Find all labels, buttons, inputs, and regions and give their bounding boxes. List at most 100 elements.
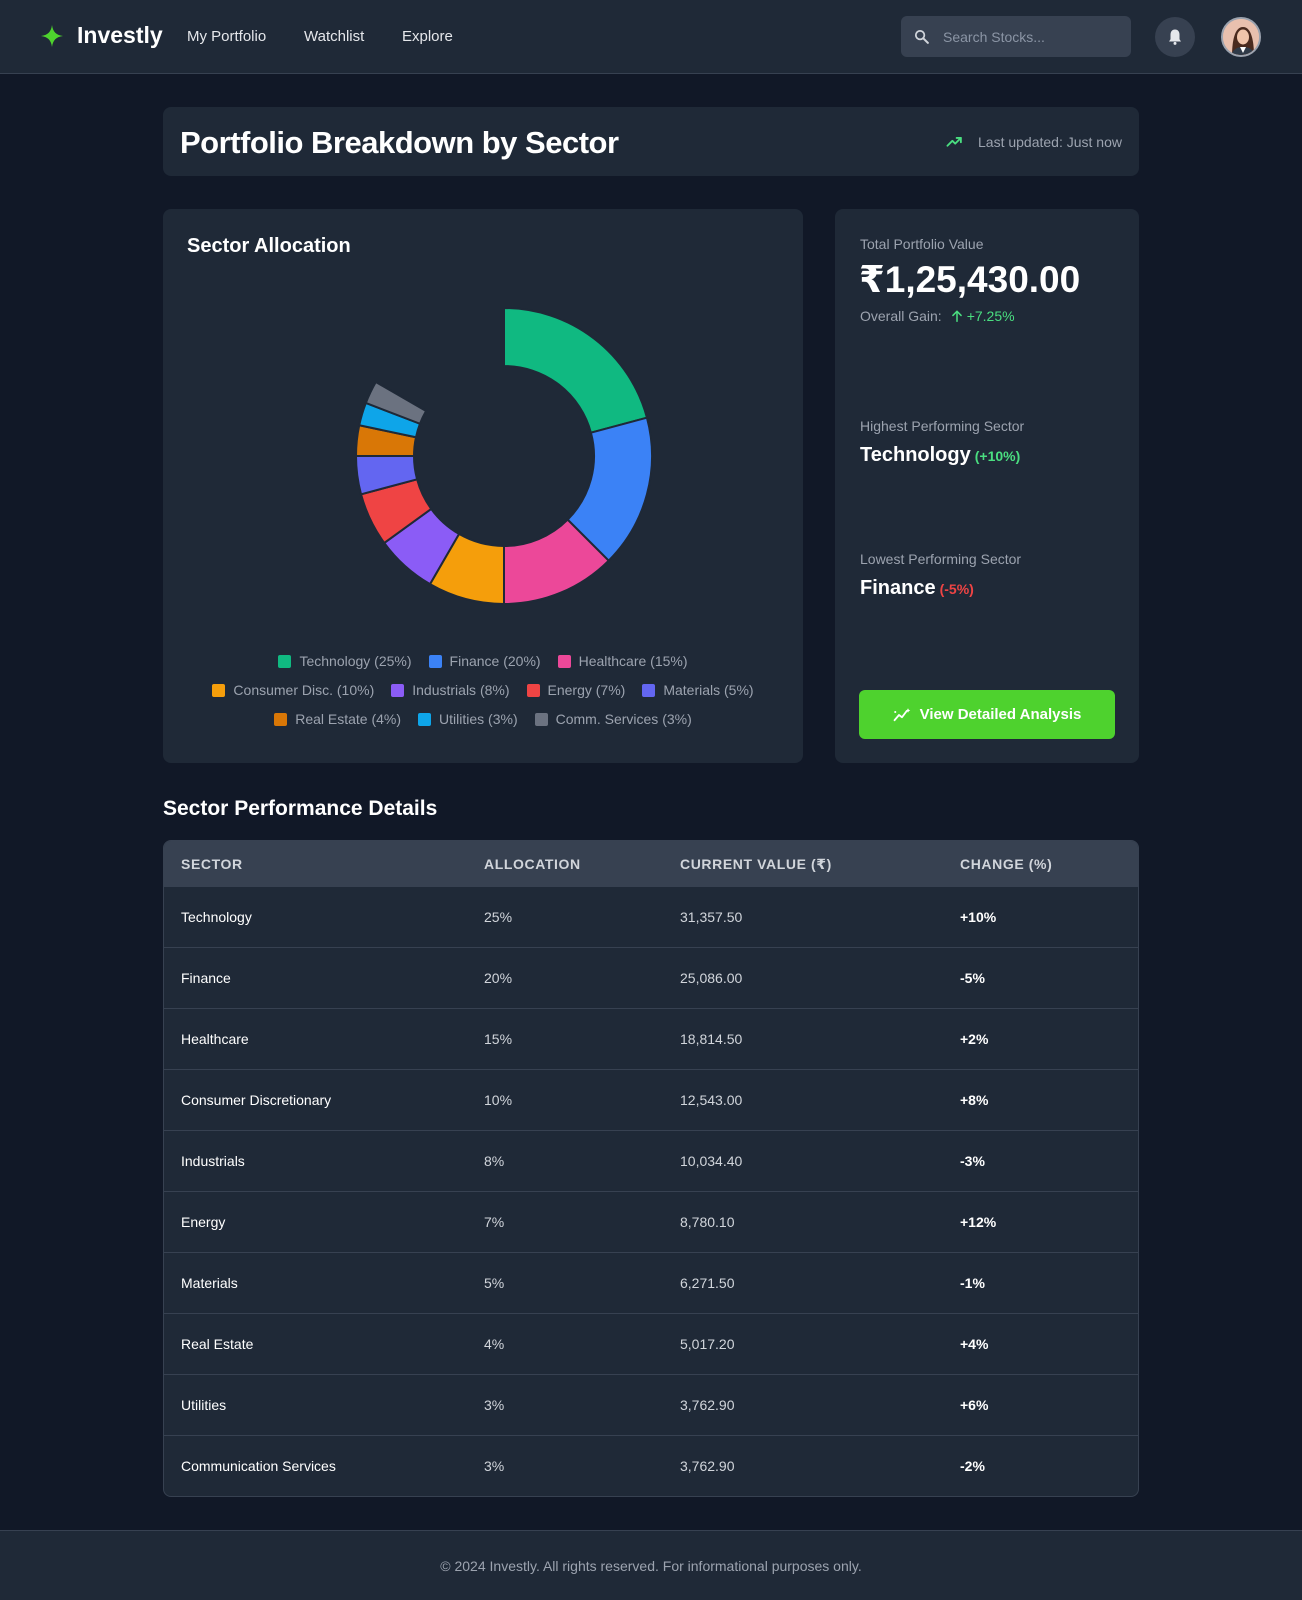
cell-allocation: 7% — [484, 1214, 505, 1230]
lowest-sector-label: Lowest Performing Sector — [860, 551, 1022, 567]
sector-allocation-card: Sector Allocation Technology (25%) Financ… — [163, 209, 803, 763]
cell-allocation: 8% — [484, 1153, 505, 1169]
cell-current-value: 18,814.50 — [680, 1031, 743, 1047]
legend-swatch — [278, 654, 292, 668]
legend-swatch — [526, 683, 540, 697]
search-box[interactable] — [901, 16, 1131, 57]
cell-sector: Consumer Discretionary — [181, 1092, 332, 1108]
cell-change: +6% — [960, 1397, 989, 1413]
analytics-icon — [893, 707, 910, 721]
lowest-sector: Finance (-5%) — [860, 577, 974, 600]
legend-label: Materials (5%) — [663, 682, 754, 698]
page-header-card: Portfolio Breakdown by Sector Last updat… — [163, 107, 1139, 176]
nav-link-my-portfolio[interactable]: My Portfolio — [187, 28, 266, 45]
overall-gain-row: Overall Gain: +7.25% — [860, 308, 1015, 324]
cell-sector: Industrials — [181, 1153, 245, 1169]
column-header-change: CHANGE (%) — [960, 856, 1053, 872]
column-header-allocation: ALLOCATION — [484, 856, 581, 872]
cell-allocation: 4% — [484, 1336, 505, 1352]
sparkle-logo-icon[interactable] — [40, 24, 64, 48]
table-row[interactable]: Finance 20% 25,086.00 -5% — [164, 947, 1138, 1008]
cell-allocation: 15% — [484, 1031, 513, 1047]
legend-label: Healthcare (15%) — [578, 653, 688, 669]
table-row[interactable]: Communication Services 3% 3,762.90 -2% — [164, 1435, 1138, 1496]
cell-current-value: 12,543.00 — [680, 1092, 743, 1108]
bell-icon — [1169, 29, 1181, 45]
legend-label: Technology (25%) — [299, 653, 412, 669]
overall-gain-label: Overall Gain: — [860, 308, 942, 324]
avatar[interactable] — [1221, 17, 1261, 57]
table-row[interactable]: Energy 7% 8,780.10 +12% — [164, 1191, 1138, 1252]
cell-change: +10% — [960, 909, 997, 925]
cell-sector: Real Estate — [181, 1336, 254, 1352]
table-row[interactable]: Consumer Discretionary 10% 12,543.00 +8% — [164, 1069, 1138, 1130]
cell-sector: Finance — [181, 970, 231, 986]
table-row[interactable]: Healthcare 15% 18,814.50 +2% — [164, 1008, 1138, 1069]
cell-change: -1% — [960, 1275, 985, 1291]
legend-item[interactable]: Technology (25%) — [278, 653, 412, 669]
legend-item[interactable]: Utilities (3%) — [418, 711, 518, 727]
table-header: SECTOR ALLOCATION CURRENT VALUE (₹) CHAN… — [164, 841, 1138, 886]
table-row[interactable]: Technology 25% 31,357.50 +10% — [164, 886, 1138, 947]
lowest-sector-change: (-5%) — [939, 581, 974, 597]
legend-swatch — [212, 683, 226, 697]
cell-current-value: 3,762.90 — [680, 1397, 735, 1413]
arrow-up-icon — [951, 310, 962, 323]
lowest-sector-name: Finance — [860, 577, 936, 599]
column-header-current-value: CURRENT VALUE (₹) — [680, 856, 832, 872]
table-row[interactable]: Utilities 3% 3,762.90 +6% — [164, 1374, 1138, 1435]
sector-performance-table: SECTOR ALLOCATION CURRENT VALUE (₹) CHAN… — [163, 840, 1139, 1497]
legend-item[interactable]: Energy (7%) — [526, 682, 626, 698]
cell-allocation: 10% — [484, 1092, 513, 1108]
donut-slice-technology[interactable] — [503, 306, 649, 434]
legend-item[interactable]: Consumer Disc. (10%) — [212, 682, 374, 698]
cell-allocation: 25% — [484, 909, 513, 925]
overall-gain-value: +7.25% — [966, 308, 1015, 324]
view-detailed-analysis-label: View Detailed Analysis — [919, 706, 1082, 723]
cell-change: +12% — [960, 1214, 997, 1230]
legend-swatch — [418, 712, 432, 726]
search-input[interactable] — [943, 16, 1123, 57]
column-header-sector: SECTOR — [181, 856, 243, 872]
cell-change: +8% — [960, 1092, 989, 1108]
notifications-button[interactable] — [1155, 17, 1195, 57]
portfolio-summary-card: Total Portfolio Value ₹1,25,430.00 Overa… — [835, 209, 1139, 763]
table-row[interactable]: Industrials 8% 10,034.40 -3% — [164, 1130, 1138, 1191]
legend-item[interactable]: Materials (5%) — [642, 682, 754, 698]
app-logo-text[interactable]: Investly — [77, 22, 163, 49]
legend-label: Energy (7%) — [547, 682, 626, 698]
cell-allocation: 3% — [484, 1458, 505, 1474]
table-row[interactable]: Materials 5% 6,271.50 -1% — [164, 1252, 1138, 1313]
cell-allocation: 20% — [484, 970, 513, 986]
legend-label: Real Estate (4%) — [295, 711, 402, 727]
table-row[interactable]: Real Estate 4% 5,017.20 +4% — [164, 1313, 1138, 1374]
total-portfolio-value: ₹1,25,430.00 — [859, 259, 1081, 300]
legend-item[interactable]: Healthcare (15%) — [557, 653, 688, 669]
top-navbar: Investly My Portfolio Watchlist Explore — [0, 0, 1302, 74]
highest-sector: Technology (+10%) — [860, 444, 1020, 467]
cell-allocation: 5% — [484, 1275, 505, 1291]
cell-sector: Healthcare — [181, 1031, 249, 1047]
nav-link-explore[interactable]: Explore — [402, 28, 453, 45]
legend-item[interactable]: Comm. Services (3%) — [534, 711, 692, 727]
cell-current-value: 8,780.10 — [680, 1214, 735, 1230]
legend-swatch — [391, 683, 405, 697]
legend-label: Industrials (8%) — [412, 682, 510, 698]
nav-link-watchlist[interactable]: Watchlist — [304, 28, 364, 45]
page-footer: © 2024 Investly. All rights reserved. Fo… — [0, 1530, 1302, 1600]
legend-swatch — [428, 654, 442, 668]
cell-change: -3% — [960, 1153, 985, 1169]
cell-current-value: 25,086.00 — [680, 970, 743, 986]
chart-legend-row: Real Estate (4%) Utilities (3%) Comm. Serv… — [163, 711, 803, 727]
sector-performance-title: Sector Performance Details — [163, 797, 438, 820]
chart-legend-row: Consumer Disc. (10%) Industrials (8%) Ener… — [163, 682, 803, 698]
cell-sector: Technology — [181, 909, 252, 925]
legend-item[interactable]: Finance (20%) — [428, 653, 541, 669]
legend-item[interactable]: Real Estate (4%) — [274, 711, 401, 727]
highest-sector-change: (+10%) — [974, 448, 1021, 464]
cell-change: -5% — [960, 970, 985, 986]
last-updated-text: Last updated: Just now — [978, 134, 1122, 150]
legend-item[interactable]: Industrials (8%) — [391, 682, 510, 698]
sector-donut-chart — [354, 306, 653, 606]
view-detailed-analysis-button[interactable]: View Detailed Analysis — [859, 690, 1115, 739]
